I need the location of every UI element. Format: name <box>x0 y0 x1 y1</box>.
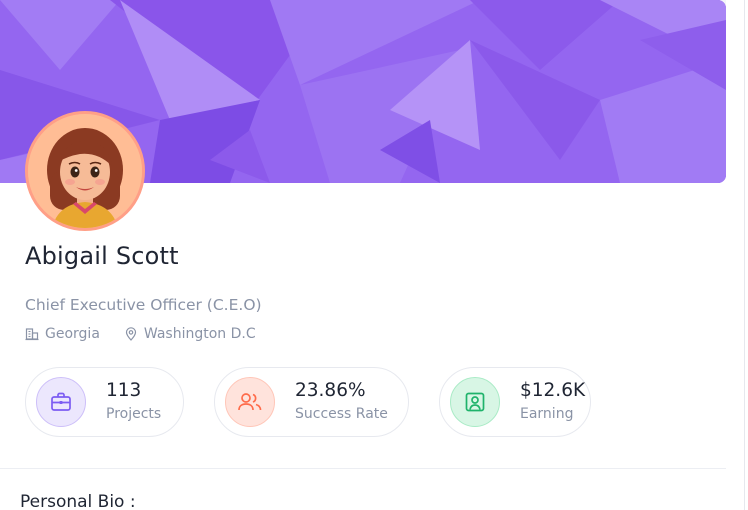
stat-value: 23.86% <box>295 380 366 401</box>
user-badge-icon <box>450 377 500 427</box>
stat-earning-text: $12.6K Earning <box>520 380 585 424</box>
scrollbar-edge <box>744 0 745 510</box>
stat-label: Earning <box>520 406 574 422</box>
section-divider <box>0 468 726 469</box>
stat-value: $12.6K <box>520 380 586 401</box>
profile-name: Abigail Scott <box>25 242 179 270</box>
location-info: Washington D.C <box>124 326 256 342</box>
stat-earning: $12.6K Earning <box>439 367 591 437</box>
map-pin-icon <box>125 327 137 341</box>
profile-locations: Georgia Washington D.C <box>25 326 256 342</box>
stat-projects: 113 Projects <box>25 367 184 437</box>
avatar-illustration <box>28 114 142 228</box>
location-name: Washington D.C <box>143 326 256 342</box>
stat-projects-text: 113 Projects <box>106 380 161 424</box>
building-icon <box>25 328 39 341</box>
stat-label: Projects <box>106 406 162 422</box>
stat-value: 113 <box>106 380 142 401</box>
company-name: Georgia <box>45 326 100 342</box>
profile-card: Abigail Scott Chief Executive Officer (C… <box>0 0 726 510</box>
avatar <box>25 111 145 231</box>
stat-label: Success Rate <box>295 406 388 422</box>
stat-success-rate: 23.86% Success Rate <box>214 367 409 437</box>
company-info: Georgia <box>25 326 100 342</box>
right-edge <box>726 0 748 510</box>
briefcase-icon <box>36 377 86 427</box>
personal-bio-heading: Personal Bio : <box>20 492 136 510</box>
users-icon <box>225 377 275 427</box>
profile-designation: Chief Executive Officer (C.E.O) <box>25 296 262 314</box>
stat-success-text: 23.86% Success Rate <box>295 380 388 424</box>
